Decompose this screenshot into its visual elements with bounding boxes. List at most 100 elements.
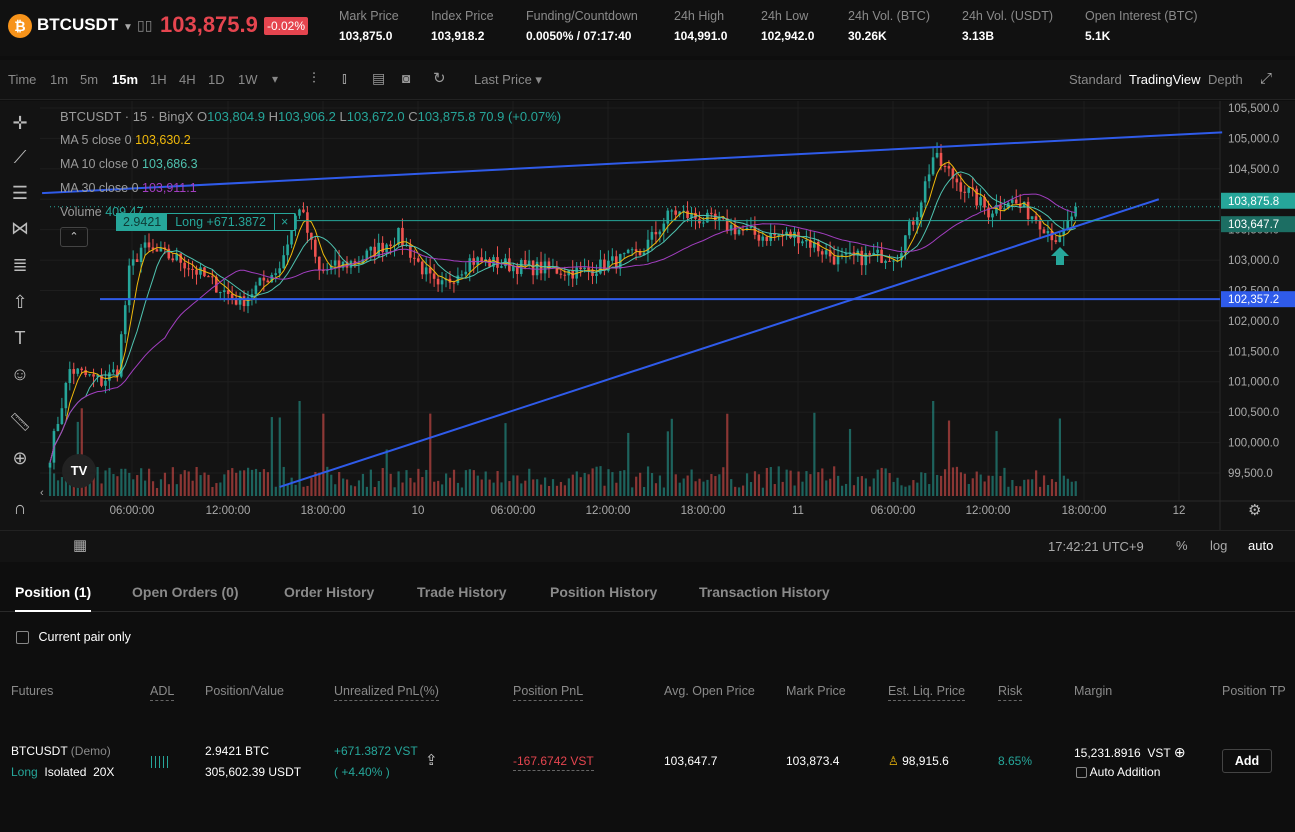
zoom-in-icon[interactable]: ⊕ [8,448,32,472]
ticker-header: ₿ BTCUSDT ▼ ▯▯ 103,875.9 -0.02% Mark Pri… [0,0,1295,56]
volume-bar [619,470,622,496]
volume-bar [559,481,563,496]
auto-toggle[interactable]: auto [1248,538,1273,553]
price-tick: 102,000.0 [1228,316,1279,328]
timeframe-5m[interactable]: 5m [80,72,98,87]
stat-value: 0.0050% / 07:17:40 [526,29,632,43]
volume-bar [195,466,198,496]
candle [868,253,872,256]
symbol-selector[interactable]: BTCUSDT ▼ [37,15,133,35]
candle [314,239,317,257]
fib-icon[interactable]: ☰ [8,183,32,207]
timeframe-Time[interactable]: Time [8,72,36,87]
timeframe-1H[interactable]: 1H [150,72,167,87]
candle [1042,229,1046,234]
candle [389,244,392,247]
volume-bar [872,478,875,496]
volume-bar [587,474,590,496]
volume-bar [294,484,297,496]
candle [646,239,650,253]
close-position-icon[interactable]: × [275,214,294,230]
timeframe-1m[interactable]: 1m [50,72,68,87]
indicators-icon[interactable]: ⫶ [312,70,316,87]
volume-bar [860,476,863,496]
current-pair-filter[interactable]: Current pair only [16,630,131,645]
candle [452,282,456,284]
checkbox[interactable] [16,631,29,645]
camera-icon[interactable]: ◙ [402,70,410,86]
scroll-left-icon[interactable]: ‹ [40,487,44,499]
template-icon[interactable]: ▤ [372,70,385,87]
volume-bar [662,487,665,496]
view-standard[interactable]: Standard [1069,72,1122,87]
position-line-label[interactable]: 2.9421 Long +671.3872 × [116,213,296,231]
candle [650,231,654,240]
pattern-icon[interactable]: ⋈ [8,218,32,242]
add-margin-icon[interactable]: ⊕ [1174,744,1186,760]
upper-trendline[interactable] [42,131,1223,195]
volume-bar [765,467,768,496]
volume-bar [591,468,594,496]
volume-bar [714,476,717,496]
candle [880,249,883,263]
share-icon[interactable]: ⇪ [425,751,438,769]
stat-value: 30.26K [848,29,887,43]
fullscreen-icon[interactable]: ⤢ [1260,70,1272,87]
tab-4[interactable]: Position History [550,584,657,600]
lower-trendline[interactable] [279,198,1160,488]
more-timeframes-icon[interactable]: ▾ [272,72,278,86]
percent-toggle[interactable]: % [1176,538,1188,553]
volume-bar [920,472,923,496]
timeframe-4H[interactable]: 4H [179,72,196,87]
tab-5[interactable]: Transaction History [699,584,830,600]
book-icon[interactable]: ▯▯ [137,17,152,34]
date-range-icon[interactable]: ▦ [73,536,87,554]
crosshair-icon[interactable]: ✛ [8,113,32,137]
prediction-icon[interactable]: ≣ [8,255,32,279]
ruler-icon[interactable]: 📏︎ [8,412,32,436]
candle [199,267,202,275]
auto-addition-checkbox[interactable] [1076,767,1087,779]
timeframe-1D[interactable]: 1D [208,72,225,87]
candle [416,258,420,262]
candle [777,234,780,236]
avg-open-price: 103,647.7 [664,754,718,768]
chart-legend-ohlc: BTCUSDT · 15 · BingX O103,804.9 H103,906… [60,109,562,124]
candle [1026,201,1030,219]
volume-bar [488,479,491,496]
volume-bar [813,412,816,496]
text-icon[interactable]: T [8,328,32,352]
volume-bar [603,485,606,496]
price-type-select[interactable]: Last Price ▾ [474,72,542,88]
reset-icon[interactable]: ↻ [433,69,446,87]
log-toggle[interactable]: log [1210,538,1227,553]
volume-bar [643,486,646,496]
volume-bar [393,487,396,496]
candle [183,262,186,269]
trendline-icon[interactable]: ⟋ [8,147,32,171]
tab-2[interactable]: Order History [284,584,374,600]
arrow-up-icon[interactable]: ⇧ [8,292,32,316]
chart-area[interactable]: ‹105,500.0105,000.0104,500.0104,000.0103… [0,101,1295,531]
candle [195,269,198,275]
candle [104,380,107,386]
volume-bar [346,479,349,496]
view-depth[interactable]: Depth [1208,72,1243,87]
candle [72,369,76,374]
time-tick: 06:00:00 [110,505,155,517]
add-tp-button[interactable]: Add [1222,749,1272,773]
candle [579,267,582,270]
settings-icon[interactable]: ⚙ [1248,501,1261,519]
timeframe-15m[interactable]: 15m [112,72,138,87]
row-symbol[interactable]: BTCUSDT (Demo) [11,744,111,758]
tab-1[interactable]: Open Orders (0) [132,584,239,600]
collapse-legend-button[interactable]: ⌃ [60,227,88,247]
emoji-icon[interactable]: ☺ [8,364,32,388]
tab-0[interactable]: Position (1) [15,584,92,612]
timeframe-1W[interactable]: 1W [238,72,258,87]
view-tradingview[interactable]: TradingView [1129,72,1201,87]
clock[interactable]: 17:42:21 UTC+9 [1048,539,1144,554]
candle-type-icon[interactable]: ⫾ [342,70,347,87]
magnet-icon[interactable]: ∩ [8,498,32,522]
tab-3[interactable]: Trade History [417,584,506,600]
